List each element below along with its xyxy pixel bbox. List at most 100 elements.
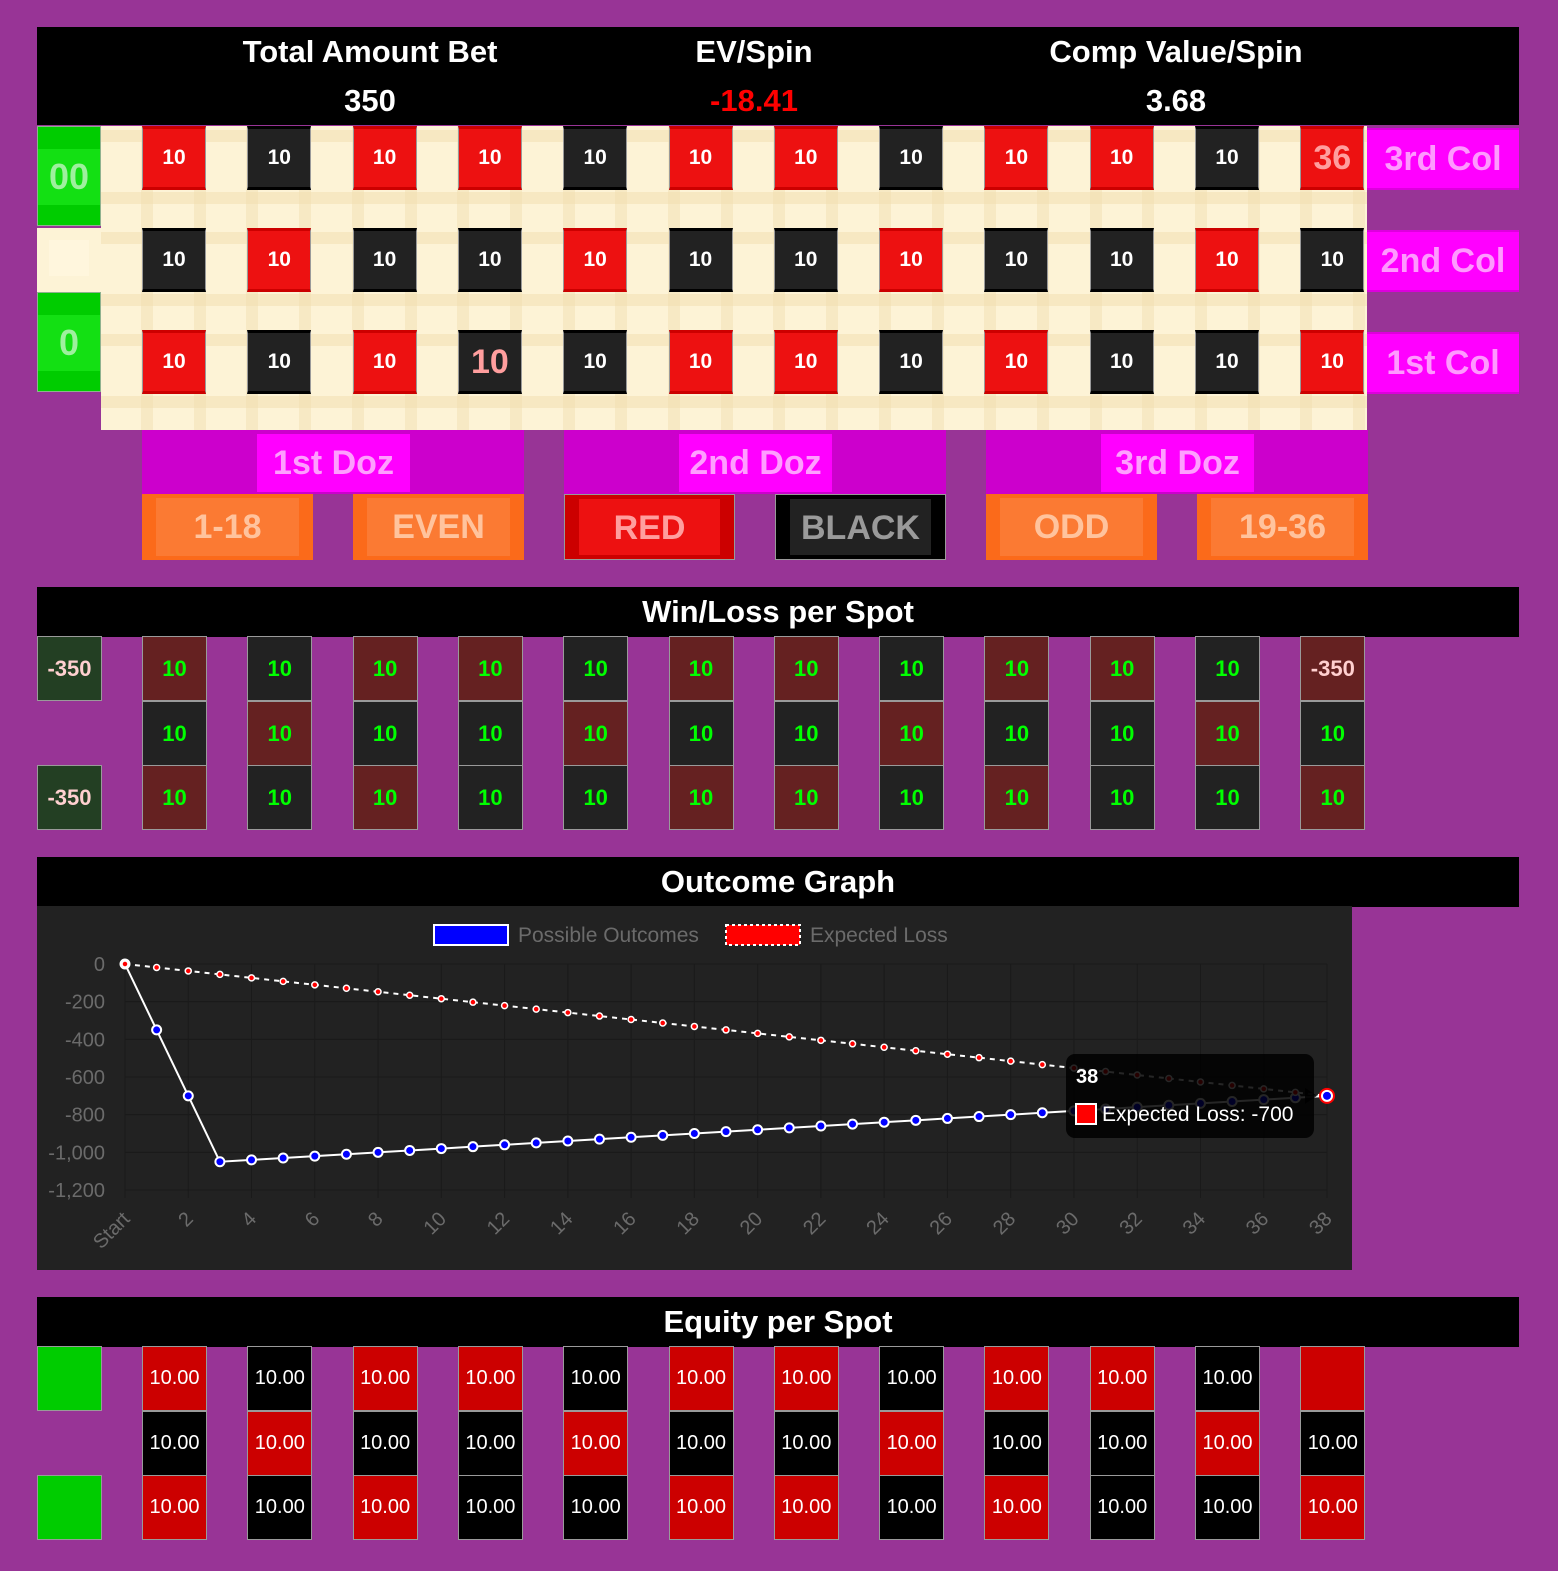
equity-spot-26: 10.00 (984, 1410, 1050, 1476)
zero-label: 0 (38, 315, 100, 371)
data-point-expected-loss (469, 998, 477, 1006)
total-bet-label: Total Amount Bet (242, 34, 498, 69)
data-point-possible-outcomes (309, 1150, 321, 1162)
bet-spot-29[interactable]: 10 (1089, 228, 1154, 292)
data-point-possible-outcomes (530, 1137, 542, 1149)
bet-spot-30[interactable]: 10 (1089, 126, 1154, 190)
outside-bet-black[interactable]: BLACK (775, 494, 946, 560)
winloss-spot-15: 10 (563, 636, 629, 701)
data-point-expected-loss (216, 970, 224, 979)
column-bet-3rd[interactable]: 3rd Col (1367, 128, 1519, 190)
dozen-bet-3rd[interactable]: 3rd Doz (986, 430, 1368, 494)
equity-spot-28: 10.00 (1089, 1475, 1155, 1540)
outside-bet-1-18[interactable]: 1-18 (142, 494, 313, 560)
bet-spot-20[interactable]: 10 (773, 228, 838, 292)
bet-spot-27[interactable]: 10 (984, 126, 1049, 190)
bet-spot-35[interactable]: 10 (1300, 228, 1365, 292)
bet-spot-9[interactable]: 10 (352, 126, 417, 190)
data-point-possible-outcomes (1036, 1107, 1048, 1119)
outside-bet-19-36[interactable]: 19-36 (1197, 494, 1368, 560)
bet-spot-21[interactable]: 10 (773, 126, 838, 190)
bet-spot-0[interactable]: 0 (37, 292, 101, 392)
winloss-spot-36: -350 (1300, 636, 1366, 701)
equity-spot-2: 10.00 (142, 1410, 207, 1476)
data-point-expected-loss (247, 974, 256, 982)
bet-spot-2[interactable]: 10 (142, 228, 206, 292)
bet-spot-26[interactable]: 10 (984, 228, 1049, 292)
total-bet-stat: Total Amount Bet 350 (160, 27, 580, 125)
winloss-00: -350 (37, 636, 102, 701)
outside-bet-even[interactable]: EVEN (353, 494, 524, 560)
column-bet-2nd[interactable]: 2nd Col (1367, 230, 1519, 292)
equity-spot-8: 10.00 (352, 1410, 418, 1476)
winloss-spot-21: 10 (773, 636, 839, 701)
dozen-bet-1st[interactable]: 1st Doz (142, 430, 524, 494)
x-tick-label: 8 (364, 1208, 387, 1231)
data-point-expected-loss (152, 963, 161, 972)
bet-spot-14[interactable]: 10 (563, 228, 628, 292)
bet-spot-1[interactable]: 10 (142, 330, 206, 394)
x-tick-label: 34 (1179, 1208, 1210, 1239)
bet-spot-17[interactable]: 10 (668, 228, 733, 292)
data-point-expected-loss (532, 1005, 540, 1013)
bet-spot-5[interactable]: 10 (247, 228, 312, 292)
bet-spot-24[interactable]: 10 (879, 126, 944, 190)
data-point-expected-loss (279, 977, 287, 986)
bet-spot-25[interactable]: 10 (984, 330, 1049, 394)
bet-spot-00[interactable]: 00 (37, 126, 101, 226)
bet-spot-33[interactable]: 10 (1195, 126, 1259, 190)
bet-spot-18[interactable]: 10 (668, 126, 733, 190)
bet-spot-32[interactable]: 10 (1195, 228, 1259, 292)
bet-spot-23[interactable]: 10 (879, 228, 944, 292)
data-point-possible-outcomes (625, 1131, 637, 1143)
outside-bet-label: ODD (1000, 498, 1143, 556)
comp-value-stat: Comp Value/Spin 3.68 (966, 27, 1386, 125)
bet-spot-3[interactable]: 10 (142, 126, 206, 190)
data-point-expected-loss (437, 994, 446, 1003)
data-point-possible-outcomes (214, 1156, 226, 1168)
winloss-spot-10: 10 (457, 765, 523, 830)
outside-bet-odd[interactable]: ODD (986, 494, 1157, 560)
equity-spot-7: 10.00 (352, 1475, 418, 1540)
winloss-spot-28: 10 (1089, 765, 1155, 830)
dozen-bet-2nd[interactable]: 2nd Doz (564, 430, 946, 494)
zero-split-spot[interactable] (37, 228, 101, 292)
bet-spot-31[interactable]: 10 (1195, 330, 1259, 394)
bet-spot-34[interactable]: 10 (1300, 330, 1365, 394)
bet-spot-28[interactable]: 10 (1089, 330, 1154, 394)
data-point-possible-outcomes (467, 1141, 479, 1153)
bet-spot-6[interactable]: 10 (247, 126, 312, 190)
equity-0 (37, 1475, 102, 1540)
winloss-spot-18: 10 (668, 636, 734, 701)
zero-label: 00 (38, 149, 100, 205)
x-tick-label: 22 (799, 1208, 830, 1239)
equity-spot-31: 10.00 (1195, 1475, 1260, 1540)
outside-bet-red[interactable]: RED (564, 494, 735, 560)
winloss-spot-17: 10 (668, 700, 734, 766)
bet-spot-7[interactable]: 10 (352, 330, 417, 394)
data-point-possible-outcomes (878, 1116, 890, 1128)
bet-spot-11[interactable]: 10 (457, 228, 522, 292)
column-bet-1st[interactable]: 1st Col (1367, 332, 1519, 394)
x-tick-label: 16 (609, 1208, 640, 1239)
bet-spot-8[interactable]: 10 (352, 228, 417, 292)
bet-spot-4[interactable]: 10 (247, 330, 312, 394)
ev-spin-stat: EV/Spin -18.41 (544, 27, 964, 125)
bet-spot-36[interactable]: 36 (1300, 126, 1365, 190)
bet-spot-15[interactable]: 10 (563, 126, 628, 190)
bet-spot-19[interactable]: 10 (773, 330, 838, 394)
bet-spot-22[interactable]: 10 (879, 330, 944, 394)
x-tick-label: 32 (1115, 1208, 1146, 1239)
data-point-possible-outcomes (246, 1154, 258, 1166)
data-point-possible-outcomes (941, 1112, 953, 1124)
y-tick-label: -600 (65, 1067, 105, 1089)
equity-spot-25: 10.00 (984, 1475, 1050, 1540)
equity-spot-15: 10.00 (563, 1346, 629, 1411)
data-point-expected-loss (595, 1012, 604, 1020)
equity-spot-12: 10.00 (457, 1346, 523, 1411)
winloss-spot-26: 10 (984, 700, 1050, 766)
bet-spot-13[interactable]: 10 (563, 330, 628, 394)
bet-spot-12[interactable]: 10 (457, 126, 522, 190)
bet-spot-16[interactable]: 10 (668, 330, 733, 394)
bet-spot-10[interactable]: 10 (457, 330, 522, 394)
